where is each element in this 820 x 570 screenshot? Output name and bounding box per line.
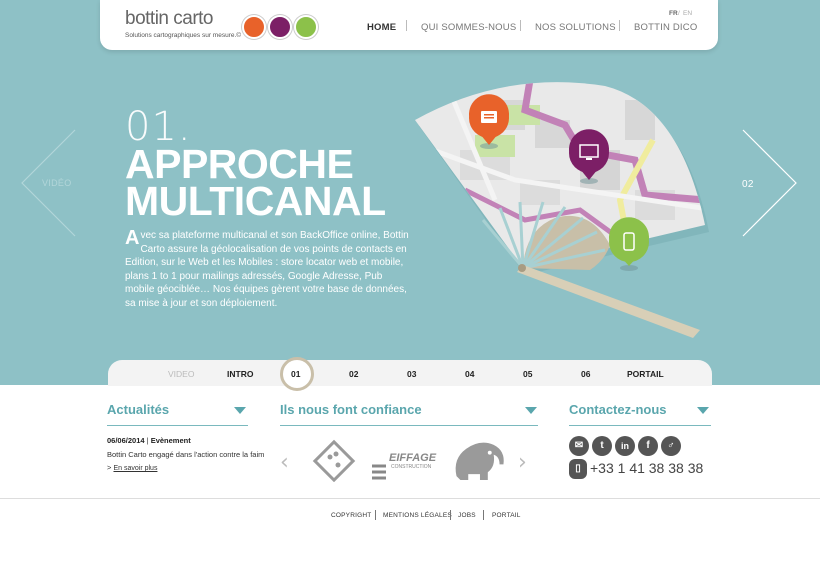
trust-toggle-icon[interactable]: [525, 407, 537, 414]
logo-tagline: Solutions cartographiques sur mesure.©: [125, 32, 242, 39]
client-logo-eiffage[interactable]: EIFFAGE: [389, 452, 436, 464]
nav-divider: [619, 20, 620, 31]
news-item: 06/06/2014 | Evènement Bottin Carto enga…: [107, 436, 267, 474]
contact-divider: [569, 425, 711, 426]
email-icon[interactable]: ✉: [569, 436, 589, 456]
news-toggle-icon[interactable]: [234, 407, 246, 414]
news-separator: |: [146, 436, 149, 445]
page: bottin carto Solutions cartographiques s…: [0, 0, 820, 570]
nav-nos-solutions[interactable]: NOS SOLUTIONS: [535, 22, 616, 33]
twitter-icon[interactable]: t: [592, 436, 612, 456]
carousel-next-arrow[interactable]: ›: [518, 450, 527, 475]
client-logo-eiffage-mark: [372, 464, 386, 480]
drop-cap: A: [125, 227, 140, 249]
phone-number[interactable]: +33 1 41 38 38 38: [590, 460, 703, 476]
fan-map-illustration: [415, 82, 709, 338]
timeline-04[interactable]: 04: [465, 369, 474, 379]
footer-jobs[interactable]: JOBS: [458, 512, 476, 519]
linkedin-icon[interactable]: in: [615, 436, 635, 456]
logo[interactable]: bottin carto: [125, 8, 214, 30]
client-logo-eiffage-sub: CONSTRUCTION: [391, 464, 432, 470]
hero-section: bottin carto Solutions cartographiques s…: [0, 0, 820, 385]
viadeo-icon[interactable]: ♂: [661, 436, 681, 456]
slide-title-line: MULTICANAL: [125, 178, 386, 224]
timeline-portail[interactable]: PORTAIL: [627, 369, 664, 379]
lang-en[interactable]: EN: [683, 10, 692, 17]
footer-divider-bar: [375, 510, 376, 520]
lang-fr[interactable]: FR: [669, 10, 678, 17]
news-divider: [107, 425, 248, 426]
slide-title: APPROCHE MULTICANAL: [125, 144, 386, 224]
client-logo-domino[interactable]: [310, 437, 358, 482]
nav-divider: [520, 20, 521, 31]
news-date: 06/06/2014: [107, 436, 145, 445]
header: bottin carto Solutions cartographiques s…: [100, 0, 718, 50]
client-logo-elephant[interactable]: [450, 437, 508, 482]
nav-divider: [406, 20, 407, 31]
news-more-link[interactable]: En savoir plus: [113, 465, 157, 472]
mobile-pin-icon: [609, 217, 649, 271]
slide-description: Avec sa plateforme multicanal et son Bac…: [125, 227, 410, 310]
mobile-icon: [294, 15, 318, 39]
trust-heading: Ils nous font confiance: [280, 402, 422, 417]
desktop-icon: [268, 15, 292, 39]
timeline-video[interactable]: VIDEO: [168, 369, 194, 379]
facebook-icon[interactable]: f: [638, 436, 658, 456]
timeline-01[interactable]: 01: [291, 369, 300, 379]
description-text: vec sa plateforme multicanal et son Back…: [125, 230, 409, 309]
timeline-02[interactable]: 02: [349, 369, 358, 379]
timeline-05[interactable]: 05: [523, 369, 532, 379]
news-heading: Actualités: [107, 402, 170, 417]
nav-bottin-dico[interactable]: BOTTIN DICO: [634, 22, 697, 33]
print-icon: [242, 15, 266, 39]
footer-divider-bar: [483, 510, 484, 520]
news-more-arrow: >: [107, 463, 112, 472]
news-text: Bottin Carto engagé dans l'action contre…: [107, 450, 265, 459]
prev-slide-label[interactable]: VIDÉO: [42, 178, 72, 188]
phone-icon: ▯: [569, 459, 587, 479]
footer-copyright[interactable]: COPYRIGHT: [331, 512, 371, 519]
footer-portail[interactable]: PORTAIL: [492, 512, 521, 519]
timeline-06[interactable]: 06: [581, 369, 590, 379]
trust-divider: [280, 425, 538, 426]
footer-mentions[interactable]: MENTIONS LÉGALES: [383, 512, 452, 519]
lang-separator: /: [678, 10, 680, 17]
timeline-03[interactable]: 03: [407, 369, 416, 379]
footer-divider-bar: [450, 510, 451, 520]
footer-divider: [0, 498, 820, 499]
next-slide-label[interactable]: 02: [742, 179, 754, 190]
timeline-intro[interactable]: INTRO: [227, 369, 253, 379]
contact-toggle-icon[interactable]: [697, 407, 709, 414]
carousel-prev-arrow[interactable]: ‹: [280, 450, 289, 475]
contact-heading: Contactez-nous: [569, 402, 667, 417]
news-type: Evènement: [150, 436, 191, 445]
nav-qui-sommes-nous[interactable]: QUI SOMMES-NOUS: [421, 22, 516, 33]
nav-home[interactable]: HOME: [367, 22, 396, 33]
